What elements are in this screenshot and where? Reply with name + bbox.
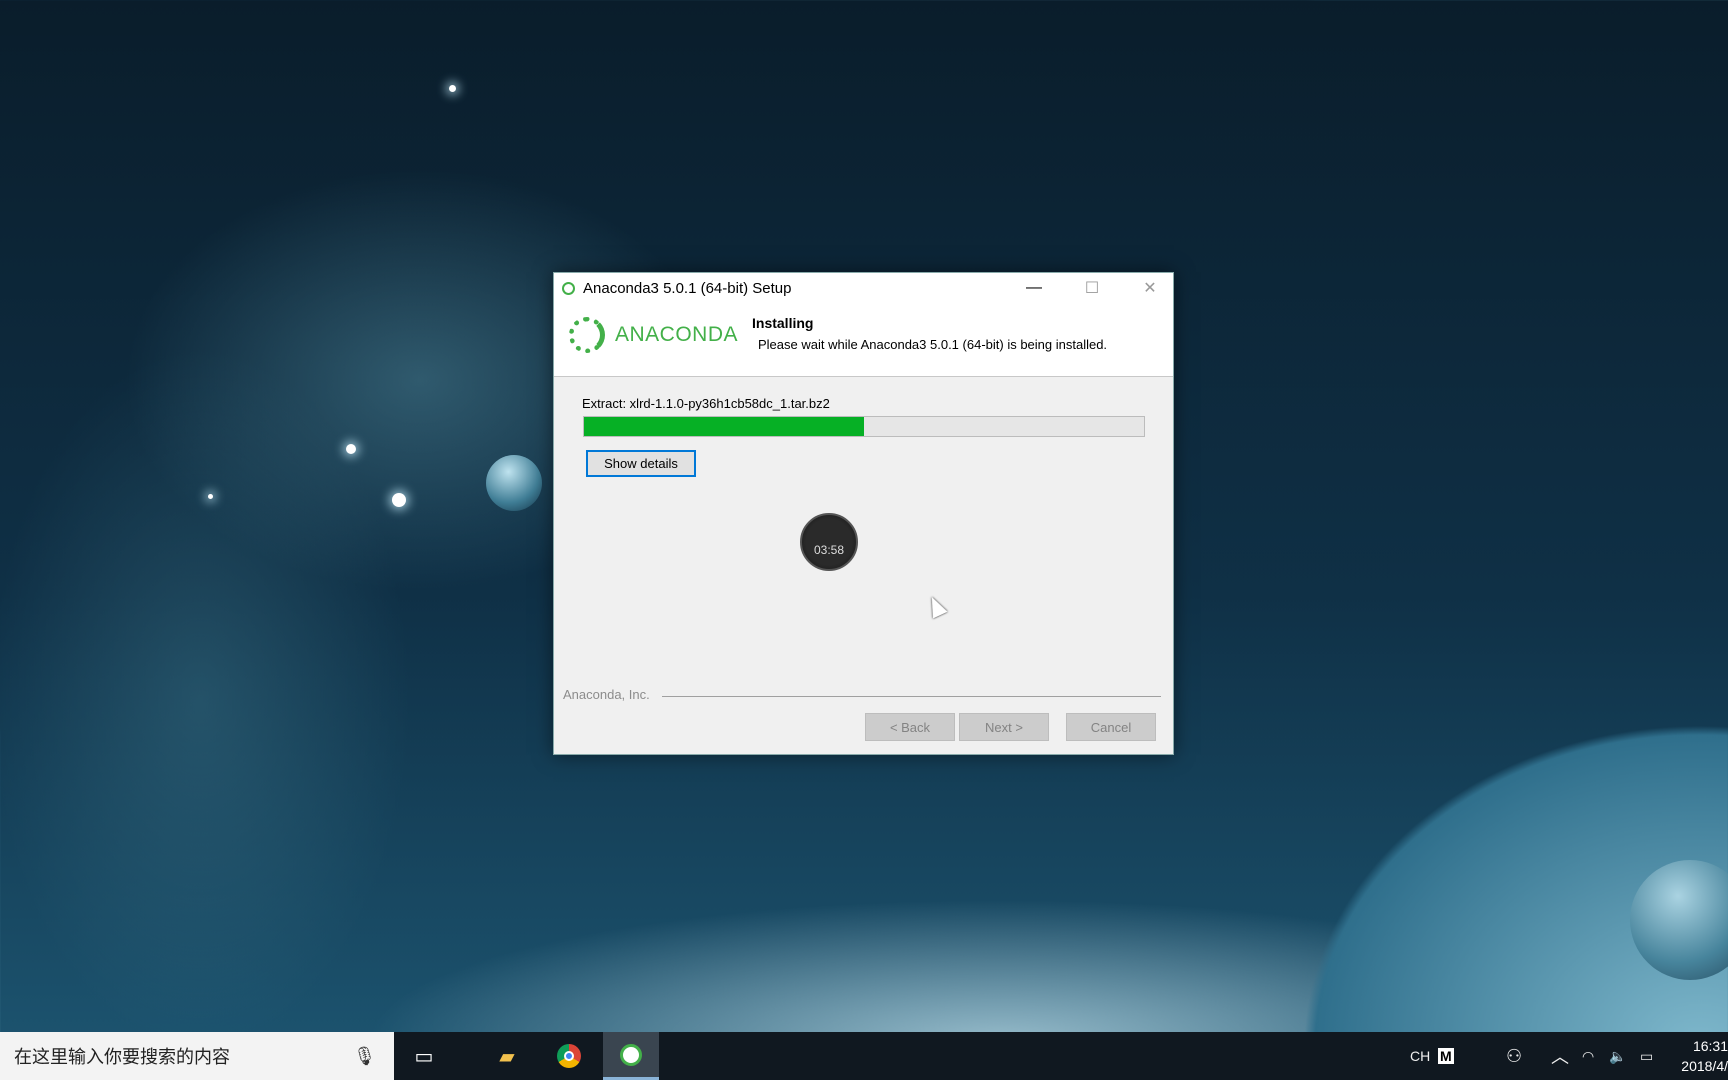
file-explorer-icon[interactable]: ▰ [479,1032,535,1080]
anaconda-icon [562,281,575,295]
chevron-up-icon[interactable]: ︿ [1551,1032,1569,1080]
next-button[interactable]: Next > [959,713,1049,741]
divider [662,696,1161,697]
small-moon [1630,860,1728,980]
search-box[interactable]: 在这里输入你要搜索的内容 🎙 [0,1032,394,1080]
taskbar: 在这里输入你要搜索的内容 🎙 ▭ ▰ CH M ⚇ ︿ ◠ 🔈 ▭ 16:31 20… [0,1032,1728,1080]
star [449,85,456,92]
back-button[interactable]: < Back [865,713,955,741]
task-view-icon[interactable]: ▭ [396,1032,452,1080]
star [392,493,406,507]
ime-indicator[interactable]: CH [1410,1032,1430,1080]
date: 2018/4/ [1681,1058,1728,1074]
page-title: Installing [752,315,814,331]
window-title: Anaconda3 5.0.1 (64-bit) Setup [583,279,792,297]
anaconda-logo: ANACONDA [569,317,738,353]
recording-timer: 03:58 [800,513,858,571]
anaconda-taskbar-icon[interactable] [603,1032,659,1080]
maximize-button[interactable]: ☐ [1069,273,1115,303]
footer-label: Anaconda, Inc. [563,687,650,702]
dialog-header: ANACONDA Installing Please wait while An… [554,303,1173,377]
search-placeholder: 在这里输入你要搜索的内容 [14,1047,230,1067]
battery-icon[interactable]: ▭ [1640,1032,1653,1080]
cancel-button[interactable]: Cancel [1066,713,1156,741]
small-moon [486,455,542,511]
status-text: Extract: xlrd-1.1.0-py36h1cb58dc_1.tar.b… [582,396,830,411]
brand-text: ANACONDA [615,323,739,346]
star [346,444,356,454]
minimize-button[interactable]: — [1011,273,1057,303]
title-bar[interactable]: Anaconda3 5.0.1 (64-bit) Setup — ☐ ✕ [554,273,1173,303]
wifi-icon[interactable]: ◠ [1582,1032,1594,1080]
show-details-button[interactable]: Show details [586,450,696,477]
progress-bar [583,416,1145,437]
setup-dialog: Anaconda3 5.0.1 (64-bit) Setup — ☐ ✕ ANA… [553,272,1174,755]
time: 16:31 [1692,1038,1728,1054]
people-icon[interactable]: ⚇ [1506,1032,1522,1080]
ime-mode[interactable]: M [1438,1032,1454,1080]
volume-icon[interactable]: 🔈 [1609,1032,1626,1080]
chrome-icon[interactable] [541,1032,597,1080]
progress-fill [584,417,864,436]
anaconda-ring-icon [569,317,605,353]
microphone-icon[interactable]: 🎙 [353,1046,376,1067]
close-button[interactable]: ✕ [1127,273,1173,303]
page-subtitle: Please wait while Anaconda3 5.0.1 (64-bi… [758,337,1108,352]
star [208,494,213,499]
clock[interactable]: 16:31 2018/4/ [1681,1036,1728,1076]
